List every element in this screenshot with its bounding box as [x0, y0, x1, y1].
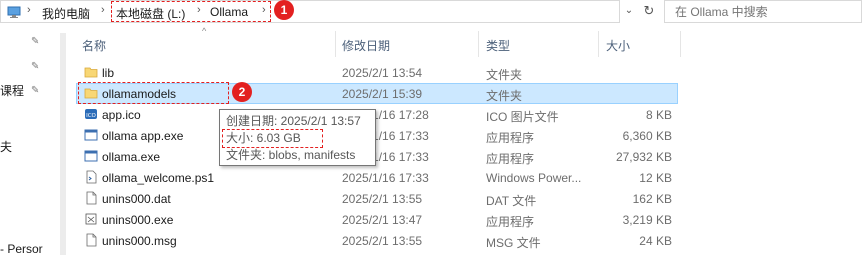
- file-size: 162 KB: [632, 192, 672, 206]
- computer-icon: [7, 6, 21, 18]
- annotation-box-size: [222, 129, 323, 148]
- sort-ascending-icon: ^: [202, 26, 207, 36]
- tooltip-contents: 文件夹: blobs, manifests: [226, 148, 356, 162]
- file-size: 24 KB: [639, 234, 672, 248]
- file-size: 27,932 KB: [615, 150, 672, 164]
- annotation-box-folder: [78, 82, 229, 104]
- file-row-unins000-exe[interactable]: unins000.exe 2025/2/1 13:47 应用程序 3,219 K…: [76, 209, 678, 230]
- column-divider[interactable]: [680, 31, 681, 57]
- search-input[interactable]: [664, 0, 862, 23]
- ico-file-icon: ICO: [85, 109, 97, 119]
- file-size: 6,360 KB: [622, 129, 672, 143]
- svg-text:ICO: ICO: [86, 113, 96, 119]
- pin-icon[interactable]: ✎: [31, 37, 41, 47]
- column-divider[interactable]: [598, 31, 599, 57]
- file-name: unins000.exe: [102, 213, 174, 227]
- file-date: 2025/2/1 13:54: [342, 66, 423, 80]
- file-type: 应用程序: [486, 152, 535, 166]
- column-header-size[interactable]: 大小: [606, 37, 630, 54]
- file-row-app-ico[interactable]: ICO app.ico 2025/1/16 17:28 ICO 图片文件 8 K…: [76, 104, 678, 125]
- column-header-name[interactable]: 名称: [82, 37, 106, 54]
- file-name: ollama.exe: [102, 150, 161, 164]
- document-icon: [86, 191, 97, 205]
- refresh-icon[interactable]: ↻: [638, 0, 660, 23]
- breadcrumb-my-computer[interactable]: 我的电脑: [42, 5, 90, 22]
- powershell-icon: [86, 170, 97, 184]
- column-divider[interactable]: [478, 31, 479, 57]
- file-size: 8 KB: [645, 108, 672, 122]
- file-type: Windows Power...: [486, 171, 582, 185]
- file-name: lib: [102, 66, 115, 80]
- file-type: 应用程序: [486, 215, 535, 229]
- document-icon: [86, 233, 97, 247]
- app-window-icon: [84, 150, 98, 162]
- tooltip-created-date: 创建日期: 2025/2/1 13:57: [226, 114, 361, 128]
- file-type: MSG 文件: [486, 236, 541, 250]
- file-type: 文件夹: [486, 68, 523, 82]
- file-row-ollama-app-exe[interactable]: ollama app.exe 2025/1/16 17:33 应用程序 6,36…: [76, 125, 678, 146]
- column-header-type[interactable]: 类型: [486, 37, 510, 54]
- file-type: 文件夹: [486, 89, 523, 103]
- file-size: 3,219 KB: [622, 213, 672, 227]
- file-date: 2025/2/1 13:47: [342, 213, 423, 227]
- column-header-date[interactable]: 修改日期: [342, 37, 390, 54]
- file-type: DAT 文件: [486, 194, 537, 208]
- pin-icon[interactable]: ✎: [31, 62, 41, 72]
- file-name: unins000.dat: [102, 192, 171, 206]
- nav-item-courses[interactable]: 课程: [0, 82, 24, 99]
- file-name: ollama app.exe: [102, 129, 184, 143]
- annotation-badge-1: 1: [274, 0, 294, 20]
- file-date: 2025/2/1 15:39: [342, 87, 423, 101]
- folder-icon: [84, 67, 98, 78]
- file-name: app.ico: [102, 108, 141, 122]
- file-type: 应用程序: [486, 131, 535, 145]
- file-row-unins000-dat[interactable]: unins000.dat 2025/2/1 13:55 DAT 文件 162 K…: [76, 188, 678, 209]
- file-size: 12 KB: [639, 171, 672, 185]
- file-row-lib[interactable]: lib 2025/2/1 13:54 文件夹: [76, 62, 678, 83]
- file-row-unins000-msg[interactable]: unins000.msg 2025/2/1 13:55 MSG 文件 24 KB: [76, 230, 678, 251]
- file-name: ollama_welcome.ps1: [102, 171, 215, 185]
- address-bar[interactable]: › 我的电脑 › 本地磁盘 (L:) › Ollama ›: [0, 0, 620, 23]
- file-row-ollama-exe[interactable]: ollama.exe 2025/1/16 17:33 应用程序 27,932 K…: [76, 146, 678, 167]
- column-divider[interactable]: [335, 31, 336, 57]
- file-name: unins000.msg: [102, 234, 177, 248]
- app-window-icon: [84, 129, 98, 141]
- annotation-box-path: [111, 1, 271, 22]
- file-date: 2025/2/1 13:55: [342, 234, 423, 248]
- nav-scrollbar[interactable]: [60, 33, 66, 255]
- nav-item-partial[interactable]: 夫: [0, 138, 12, 155]
- breadcrumb-separator[interactable]: ›: [101, 4, 105, 16]
- file-date: 2025/2/1 13:55: [342, 192, 423, 206]
- file-type: ICO 图片文件: [486, 110, 559, 124]
- file-date: 2025/1/16 17:33: [342, 171, 429, 185]
- breadcrumb-separator[interactable]: ›: [27, 4, 31, 16]
- chevron-down-icon[interactable]: ⌄: [620, 0, 638, 23]
- nav-item-personal[interactable]: - Persor: [0, 242, 43, 255]
- file-row-ollama-welcome-ps1[interactable]: ollama_welcome.ps1 2025/1/16 17:33 Windo…: [76, 167, 678, 188]
- pin-icon[interactable]: ✎: [31, 86, 41, 96]
- annotation-badge-2: 2: [232, 82, 252, 102]
- uninstaller-icon: [85, 213, 97, 225]
